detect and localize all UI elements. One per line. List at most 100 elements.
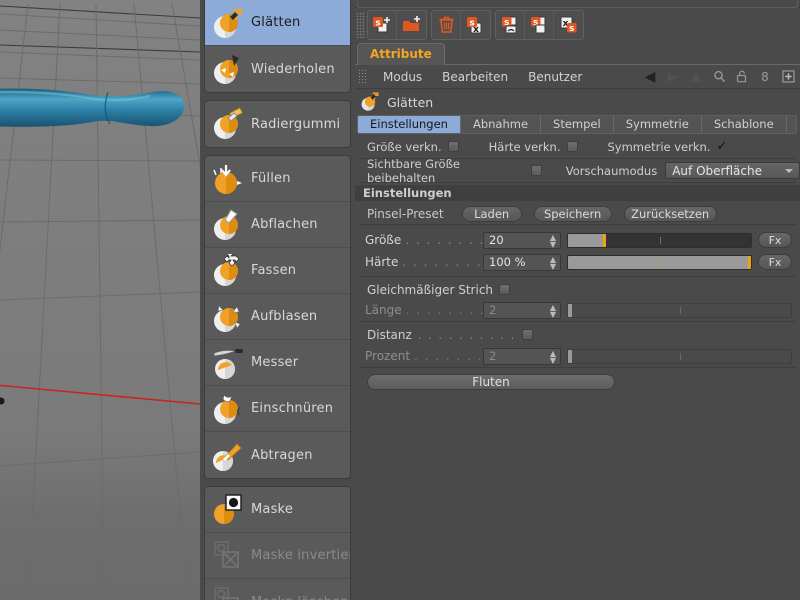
sculpt-tool-maske-l-schen: % Maske löschen	[205, 579, 350, 600]
flood-button[interactable]: Fluten	[367, 374, 615, 390]
symmetry-link-checkbox[interactable]: ✓	[716, 140, 727, 153]
panel-tabstrip: Attribute	[355, 43, 800, 65]
distance-dots: . . . . . . . . . .	[417, 327, 516, 342]
icon-cluster-transfer: s s x s	[495, 10, 584, 40]
sculpt-tool-einschn-ren[interactable]: Einschnüren	[205, 386, 350, 432]
sculpt-icon-toolbar: s s x s s x s	[355, 9, 800, 41]
sculpt-tool-label: Einschnüren	[251, 401, 334, 416]
size-value-field[interactable]: 20 ▲ ▼	[483, 231, 561, 249]
transfer-sculpt-icon[interactable]: x s	[554, 11, 583, 39]
tab-schablone[interactable]: Schablone	[702, 116, 787, 133]
sculpt-tool-abflachen[interactable]: Abflachen	[205, 202, 350, 248]
menu-bearbeiten[interactable]: Bearbeiten	[432, 70, 518, 84]
length-value-field[interactable]: 2 ▲ ▼	[483, 301, 561, 319]
keep-visible-size-checkbox[interactable]	[531, 165, 542, 176]
search-icon[interactable]	[711, 69, 727, 85]
hardness-label: Härte. . . . . . . . . . . .	[365, 255, 483, 269]
sculpt-tool-label: Glätten	[251, 15, 301, 30]
menubar-icon-group: ◀ ▶ ▲ 8	[642, 69, 800, 85]
size-property-row: Größe. . . . . . . . . . . . 20 ▲▼ Fx	[355, 230, 800, 250]
size-value: 20	[489, 233, 504, 247]
forward-arrow-icon[interactable]: ▶	[665, 69, 681, 85]
hardness-slider[interactable]	[567, 254, 752, 270]
settings-section-header: Einstellungen	[355, 185, 800, 201]
size-link-checkbox[interactable]	[447, 141, 459, 152]
smooth-brush-icon	[211, 6, 245, 40]
sculpt-to-object-icon[interactable]: s	[496, 11, 525, 39]
hardness-fx-button[interactable]: Fx	[758, 254, 792, 270]
sculpt-tool-maske-invertieren: Maske invertieren	[205, 533, 350, 579]
mask-brush-icon	[211, 493, 245, 527]
add-sculpt-object-icon[interactable]: s	[368, 11, 397, 39]
duplicate-sculpt-icon[interactable]: s	[525, 11, 554, 39]
length-slider[interactable]	[567, 302, 792, 318]
sculpt-tool-label: Abtragen	[251, 447, 313, 463]
unlock-padlock-icon[interactable]	[734, 69, 750, 85]
sculpt-tool-gl-tten[interactable]: Glätten	[205, 0, 350, 46]
sculpt-tool-label: Fassen	[251, 263, 297, 278]
icon-cluster-create: s	[367, 10, 427, 40]
distance-checkbox[interactable]	[521, 329, 533, 340]
preview-mode-label: Vorschaumodus	[565, 163, 658, 178]
tab-einstellungen[interactable]: Einstellungen	[358, 116, 461, 133]
icon-cluster-delete: s x	[431, 10, 491, 40]
tab-attribute[interactable]: Attribute	[357, 43, 445, 65]
spinner-arrows-icon[interactable]: ▲ ▼	[550, 255, 556, 270]
sculpt-tool-aufblasen[interactable]: Aufblasen	[205, 294, 350, 340]
distance-label: Distanz	[367, 327, 412, 342]
spinner-arrows-icon[interactable]: ▲ ▼	[550, 303, 556, 318]
sculpt-tool-label: Maske löschen	[251, 595, 349, 600]
add-plus-box-icon[interactable]	[780, 69, 796, 85]
spinner-arrows-icon[interactable]: ▲ ▼	[550, 233, 556, 248]
perspective-viewport[interactable]	[0, 0, 200, 600]
size-slider[interactable]	[567, 232, 752, 248]
remove-sculpt-tag-icon[interactable]: s x	[461, 11, 490, 39]
preview-mode-value: Auf Oberfläche	[672, 163, 762, 178]
even-stroke-checkbox[interactable]	[499, 284, 511, 295]
hardness-link-label: Härte verkn.	[488, 139, 561, 154]
spinner-arrows-icon[interactable]: ▲ ▼	[550, 349, 556, 364]
preset-reset-button[interactable]: Zurücksetzen	[623, 206, 717, 222]
toolbar-grip-handle[interactable]	[356, 12, 365, 38]
preset-save-button[interactable]: Speichern	[533, 206, 612, 222]
tab-symmetrie[interactable]: Symmetrie	[614, 116, 702, 133]
hardness-link-checkbox[interactable]	[566, 141, 578, 152]
mask-invert-icon	[211, 539, 245, 573]
eraser-brush-icon	[211, 107, 245, 141]
panel-top-frame	[357, 0, 798, 8]
hardness-value-field[interactable]: 100 % ▲ ▼	[483, 253, 561, 271]
object-header: Glätten	[355, 90, 800, 115]
sculpt-tool-wiederholen[interactable]: Wiederholen	[205, 46, 350, 92]
menu-benutzer[interactable]: Benutzer	[518, 70, 592, 84]
delete-trash-icon[interactable]	[432, 11, 461, 39]
preview-mode-dropdown[interactable]: Auf Oberfläche	[665, 162, 800, 179]
size-link-label: Größe verkn.	[367, 139, 442, 154]
svg-text:s: s	[569, 24, 574, 34]
back-arrow-icon[interactable]: ◀	[642, 69, 658, 85]
menu-modus[interactable]: Modus	[373, 70, 432, 84]
chevron-down-icon	[785, 169, 793, 173]
sculpt-tool-abtragen[interactable]: Abtragen	[205, 432, 350, 478]
sculpt-tool-f-llen[interactable]: Füllen	[205, 156, 350, 202]
size-fx-button[interactable]: Fx	[758, 232, 792, 248]
preset-load-button[interactable]: Laden	[461, 206, 522, 222]
sculpt-tool-fassen[interactable]: Fassen	[205, 248, 350, 294]
sculpt-tool-messer[interactable]: Messer	[205, 340, 350, 386]
sculpt-tool-label: Maske invertieren	[251, 548, 350, 563]
percent-value-field[interactable]: 2 ▲ ▼	[483, 347, 561, 365]
length-property-row: Länge. . . . . . . . . . . . 2 ▲▼	[355, 300, 800, 320]
divider-before-settings	[359, 182, 796, 183]
eight-badge-icon[interactable]: 8	[757, 69, 773, 85]
add-sculpt-folder-icon[interactable]	[397, 11, 426, 39]
brush-preset-row: Pinsel-Preset Laden Speichern Zurücksetz…	[355, 204, 800, 224]
preview-options-row: Sichtbare Größe beibehalten Vorschaumodu…	[355, 157, 800, 185]
tab-stempel[interactable]: Stempel	[541, 116, 614, 133]
percent-slider[interactable]	[567, 348, 792, 364]
menubar-grip-handle[interactable]	[358, 68, 368, 85]
up-arrow-icon[interactable]: ▲	[688, 69, 704, 85]
sculpt-tool-radiergummi[interactable]: Radiergummi	[205, 101, 350, 147]
tab-abnahme[interactable]: Abnahme	[461, 116, 542, 133]
sculpt-tool-maske[interactable]: Maske	[205, 487, 350, 533]
percent-property-row: Prozent. . . . . . . . . . . 2 ▲▼	[355, 346, 800, 366]
link-options-row: Größe verkn. Härte verkn. Symmetrie verk…	[355, 137, 800, 156]
